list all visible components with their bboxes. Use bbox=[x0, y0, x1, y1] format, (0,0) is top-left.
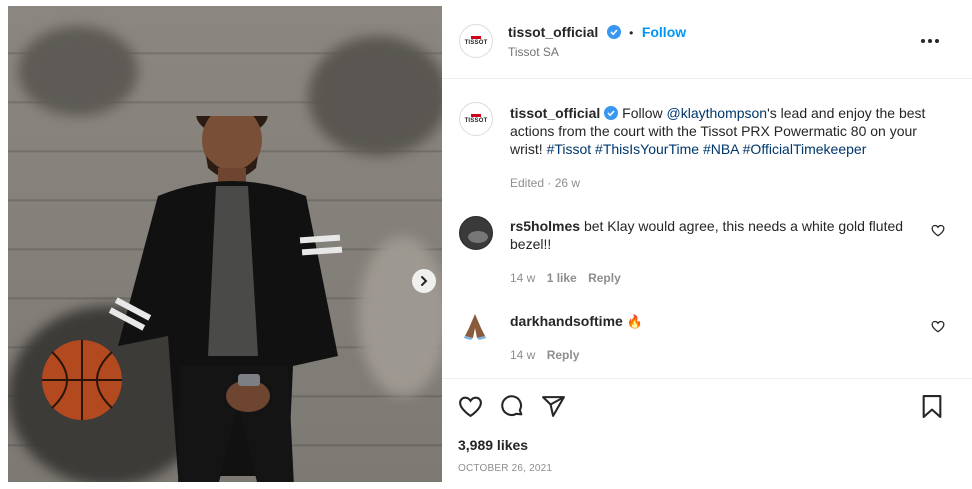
comment-meta: 14 w Reply bbox=[510, 348, 579, 362]
caption-meta: Edited · 26 w bbox=[510, 176, 581, 190]
caption-text-pre: Follow bbox=[622, 105, 667, 121]
comment-reply-button[interactable]: Reply bbox=[588, 271, 621, 285]
avatar[interactable]: TISSOT bbox=[459, 24, 493, 58]
likes-count[interactable]: 3,989 likes bbox=[458, 437, 528, 453]
comment-avatar[interactable] bbox=[459, 216, 493, 250]
comment-likes[interactable]: 1 like bbox=[547, 271, 577, 285]
post-header: TISSOT tissot_official • Follow Tissot S… bbox=[442, 0, 972, 79]
comment-reply-button[interactable]: Reply bbox=[547, 348, 580, 362]
caption-hashtags[interactable]: #Tissot #ThisIsYourTime #NBA #OfficialTi… bbox=[547, 141, 867, 157]
comment-time: 14 w bbox=[510, 348, 536, 362]
carousel-next-button[interactable] bbox=[412, 269, 436, 293]
avatar-image bbox=[460, 217, 492, 249]
verified-badge-icon bbox=[604, 106, 619, 120]
comment: rs5holmes bet Klay would agree, this nee… bbox=[510, 217, 920, 253]
comment: darkhandsoftime 🔥 bbox=[510, 312, 643, 331]
post-image[interactable] bbox=[8, 6, 442, 482]
header-username[interactable]: tissot_official bbox=[508, 24, 598, 40]
verified-badge-icon bbox=[606, 25, 621, 39]
post-date[interactable]: OCTOBER 26, 2021 bbox=[458, 463, 552, 474]
post-actions: 3,989 likes OCTOBER 26, 2021 bbox=[442, 378, 972, 489]
save-bookmark-icon[interactable] bbox=[921, 394, 943, 419]
separator-dot: • bbox=[629, 26, 634, 40]
tissot-logo: TISSOT bbox=[465, 36, 488, 46]
share-direct-icon[interactable] bbox=[541, 394, 566, 419]
comment-username[interactable]: darkhandsoftime bbox=[510, 313, 623, 329]
follow-button[interactable]: Follow bbox=[642, 24, 686, 40]
caption: tissot_official Follow @klaythompson's l… bbox=[510, 104, 940, 158]
person-illustration bbox=[108, 116, 343, 482]
more-horizontal-icon[interactable] bbox=[920, 38, 940, 44]
header-user-line: tissot_official • Follow bbox=[508, 24, 686, 42]
tissot-logo: TISSOT bbox=[465, 114, 488, 124]
praying-hands-icon bbox=[463, 314, 487, 340]
comment-username[interactable]: rs5holmes bbox=[510, 218, 580, 234]
comment-time: 14 w bbox=[510, 271, 536, 285]
caption-avatar[interactable]: TISSOT bbox=[459, 102, 493, 136]
chevron-right-icon bbox=[421, 276, 428, 286]
post-details-panel: TISSOT tissot_official • Follow Tissot S… bbox=[442, 0, 972, 488]
comment-avatar[interactable] bbox=[459, 310, 491, 342]
caption-mention[interactable]: @klaythompson bbox=[667, 105, 768, 121]
wall-stain bbox=[358, 236, 442, 396]
basketball bbox=[42, 340, 122, 420]
comment-bubble-icon[interactable] bbox=[500, 394, 525, 419]
wall-stain bbox=[18, 26, 138, 116]
caption-username[interactable]: tissot_official bbox=[510, 105, 600, 121]
comment-like-icon[interactable] bbox=[931, 224, 945, 237]
comment-like-icon[interactable] bbox=[931, 320, 945, 333]
like-heart-icon[interactable] bbox=[458, 395, 483, 418]
comment-text: 🔥 bbox=[626, 314, 643, 329]
comment-meta: 14 w 1 like Reply bbox=[510, 271, 621, 285]
header-location[interactable]: Tissot SA bbox=[508, 45, 559, 59]
